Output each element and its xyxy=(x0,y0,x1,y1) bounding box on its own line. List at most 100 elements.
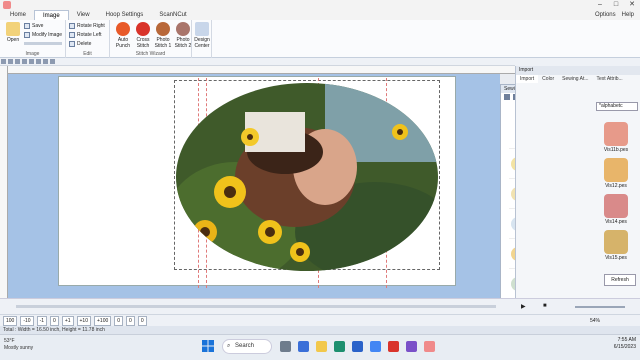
import-item[interactable]: Vis14.pes xyxy=(597,194,635,225)
open-button[interactable]: Open xyxy=(2,22,24,43)
tab-import[interactable]: Import xyxy=(516,75,539,83)
app-icon xyxy=(3,1,11,9)
ribbon-tabs: Home Image View Hoop Settings ScanNCut O… xyxy=(0,9,640,21)
toolbar-icon[interactable] xyxy=(22,59,27,64)
import-item[interactable]: Vis11b.pes xyxy=(597,122,635,153)
design-thumbnail xyxy=(604,158,628,182)
ribbon: Open Save Modify Image Image Rotate Righ… xyxy=(0,20,640,58)
toolbar-icon[interactable] xyxy=(15,59,20,64)
stitch-wizard-button-2[interactable]: Photo Stitch 1 xyxy=(152,22,174,49)
canvas-horizontal-scrollbar[interactable] xyxy=(0,298,515,314)
stitch-player: ▶ ■ xyxy=(515,298,640,314)
tab-sewing-attributes[interactable]: Sewing At... xyxy=(558,75,592,83)
value-field[interactable]: 0 xyxy=(114,315,124,326)
move-button[interactable]: +10 xyxy=(76,315,91,326)
edit-group-label: Edit xyxy=(83,51,92,57)
move-button[interactable]: 100 xyxy=(3,315,18,326)
windows-start-icon[interactable] xyxy=(202,340,214,352)
design-center-button[interactable]: Design Center xyxy=(192,22,212,49)
tab-scanncut[interactable]: ScanNCut xyxy=(151,10,194,20)
embroidery-photo[interactable] xyxy=(175,82,439,272)
task-view-icon[interactable] xyxy=(280,341,291,352)
value-field[interactable]: 0 xyxy=(50,315,59,326)
import-item-label: Vis11b.pes xyxy=(603,147,629,153)
top-ruler xyxy=(8,66,515,74)
move-toolbar: 100 -10 -1 0 +1 +10 +100 0 0 0 54% xyxy=(0,314,640,326)
import-panel-title: Import xyxy=(516,66,640,75)
stitch-wizard-label: Stitch Wizard xyxy=(135,51,166,57)
stitch-wizard-icon xyxy=(116,22,130,36)
app-icon-7[interactable] xyxy=(406,341,417,352)
speed-slider[interactable] xyxy=(575,306,625,308)
system-tray[interactable]: 7:55 AM 6/15/2023 xyxy=(614,337,636,351)
modify-icon xyxy=(24,32,30,38)
move-button[interactable]: -10 xyxy=(20,315,34,326)
delete-icon xyxy=(69,41,75,47)
file-explorer-icon[interactable] xyxy=(316,341,327,352)
chat-icon[interactable] xyxy=(298,341,309,352)
stop-icon[interactable]: ■ xyxy=(543,303,547,309)
image-slider[interactable] xyxy=(24,42,62,45)
toolbar-icon[interactable] xyxy=(43,59,48,64)
image-group: Open Save Modify Image Image xyxy=(0,20,66,58)
edge-icon[interactable] xyxy=(334,341,345,352)
move-button[interactable]: -1 xyxy=(36,315,48,326)
tab-color[interactable]: Color xyxy=(538,75,558,83)
folder-icon xyxy=(6,22,20,36)
move-button[interactable]: +100 xyxy=(94,315,112,326)
taskbar-search[interactable]: ⌕ Search xyxy=(222,339,272,354)
store-icon[interactable] xyxy=(352,341,363,352)
stitch-wizard-icon xyxy=(136,22,150,36)
weather-description: Mostly sunny xyxy=(4,345,34,351)
weather-widget[interactable]: 53°F Mostly sunny xyxy=(4,338,33,352)
scroll-track[interactable] xyxy=(16,305,496,308)
toolbar-icon[interactable] xyxy=(36,59,41,64)
chrome-icon[interactable] xyxy=(388,341,399,352)
rotate-right-icon xyxy=(69,23,75,29)
stitch-wizard-button-3[interactable]: Photo Stitch 2 xyxy=(172,22,194,49)
move-button[interactable]: +1 xyxy=(61,315,74,326)
sort-icon[interactable] xyxy=(504,94,510,100)
close-icon[interactable]: ✕ xyxy=(624,0,640,10)
save-button[interactable]: Save xyxy=(24,23,43,29)
tab-image[interactable]: Image xyxy=(34,9,69,21)
play-icon[interactable]: ▶ xyxy=(521,303,526,310)
value-field[interactable]: 0 xyxy=(126,315,135,326)
options-menu[interactable]: Options xyxy=(595,12,616,18)
import-item-label: Vis12.pes xyxy=(605,183,627,189)
tab-hoop-settings[interactable]: Hoop Settings xyxy=(98,10,152,20)
import-item-label: Vis15.pes xyxy=(605,255,627,261)
zoom-percent: 54% xyxy=(589,317,600,324)
design-center-group: Design Center xyxy=(192,20,212,58)
clock-date: 6/15/2023 xyxy=(613,344,636,350)
stitch-wizard-button-0[interactable]: Auto Punch xyxy=(112,22,134,49)
modify-image-button[interactable]: Modify Image xyxy=(24,32,62,38)
window-controls: – □ ✕ xyxy=(592,0,640,10)
import-item[interactable]: Vis12.pes xyxy=(597,158,635,189)
tab-view[interactable]: View xyxy=(69,10,98,20)
folder-select[interactable]: *alphabetc xyxy=(596,102,638,111)
value-field[interactable]: 0 xyxy=(137,315,147,326)
mail-icon[interactable] xyxy=(370,341,381,352)
status-bar: Total : Width = 16.50 inch, Height = 11.… xyxy=(0,326,640,334)
refresh-button[interactable]: Refresh xyxy=(604,274,636,286)
tab-text-attributes[interactable]: Text Attrib... xyxy=(593,75,627,83)
stitch-wizard-group: Auto Punch Cross Stitch Photo Stitch 1 Phot… xyxy=(110,20,192,58)
rotate-right-button[interactable]: Rotate Right xyxy=(69,23,105,29)
maximize-icon[interactable]: □ xyxy=(608,0,624,10)
toolbar-icon[interactable] xyxy=(8,59,13,64)
toolbar-icon[interactable] xyxy=(50,59,55,64)
title-bar xyxy=(0,0,640,10)
tab-home[interactable]: Home xyxy=(2,10,34,20)
stitch-wizard-button-1[interactable]: Cross Stitch xyxy=(132,22,154,49)
toolbar-icon[interactable] xyxy=(1,59,6,64)
delete-button[interactable]: Delete xyxy=(69,41,91,47)
minimize-icon[interactable]: – xyxy=(592,0,608,10)
stitch-wizard-icon xyxy=(156,22,170,36)
toolbar-icon[interactable] xyxy=(29,59,34,64)
design-center-icon xyxy=(195,22,209,36)
embroidery-app-icon[interactable] xyxy=(424,341,435,352)
rotate-left-button[interactable]: Rotate Left xyxy=(69,32,101,38)
help-menu[interactable]: Help xyxy=(622,12,634,18)
import-item[interactable]: Vis15.pes xyxy=(597,230,635,261)
